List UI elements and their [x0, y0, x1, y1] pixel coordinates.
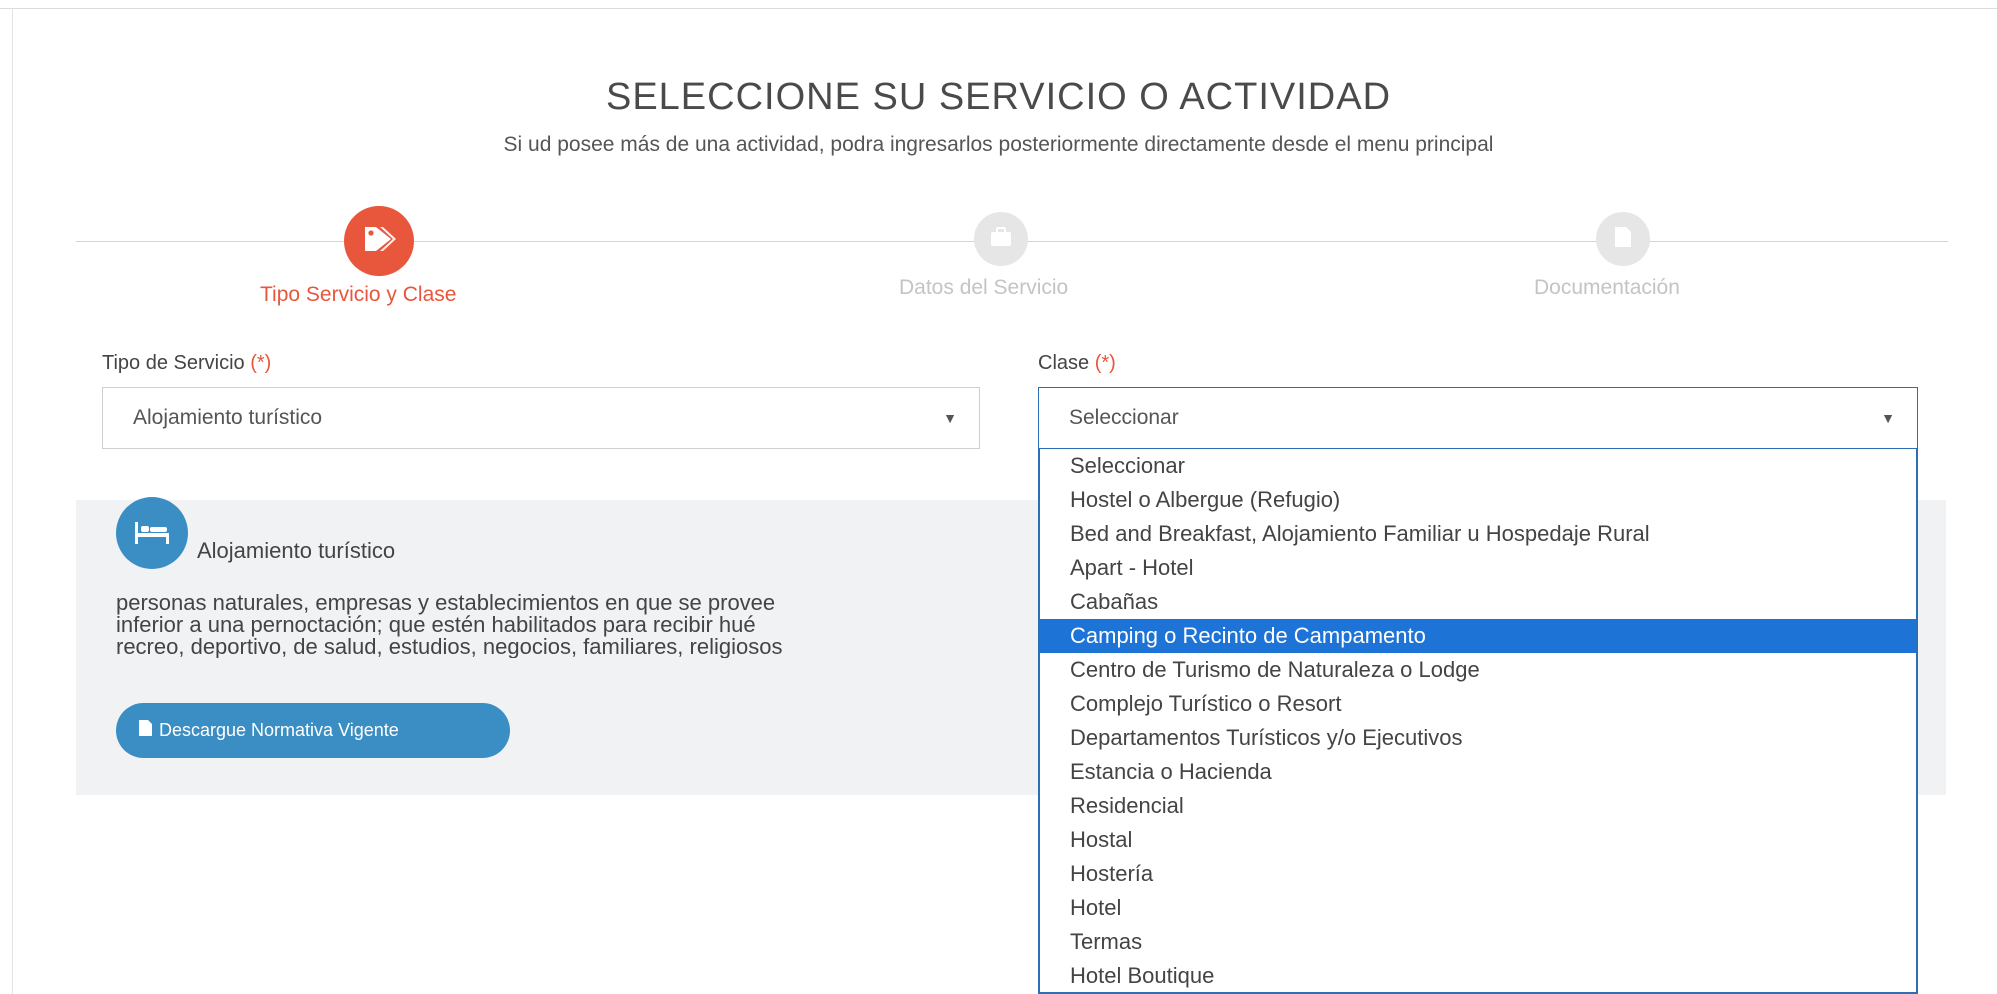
dropdown-option[interactable]: Hotel	[1040, 891, 1916, 925]
clase-dropdown-list[interactable]: Seleccionar Hostel o Albergue (Refugio) …	[1038, 449, 1918, 994]
step-3-label[interactable]: Documentación	[1534, 276, 1680, 300]
page-title: SELECCIONE SU SERVICIO O ACTIVIDAD	[605, 76, 1392, 118]
dropdown-option[interactable]: Hostal	[1040, 823, 1916, 857]
document-icon	[1613, 225, 1633, 254]
dropdown-option[interactable]: Centro de Turismo de Naturaleza o Lodge	[1040, 653, 1916, 687]
dropdown-option[interactable]: Bed and Breakfast, Alojamiento Familiar …	[1040, 517, 1916, 551]
dropdown-option[interactable]: Termas	[1040, 925, 1916, 959]
dropdown-option[interactable]: Hotel Boutique	[1040, 959, 1916, 992]
bed-icon	[116, 497, 188, 569]
page-subtitle: Si ud posee más de una actividad, podra …	[503, 133, 1494, 156]
step-3-circle[interactable]	[1596, 212, 1650, 266]
tipo-servicio-label-text: Tipo de Servicio	[102, 352, 245, 374]
download-normativa-button[interactable]: Descargue Normativa Vigente	[116, 703, 510, 758]
dropdown-option[interactable]: Departamentos Turísticos y/o Ejecutivos	[1040, 721, 1916, 755]
clase-label: Clase (*)	[1038, 352, 1116, 375]
dropdown-option[interactable]: Hostería	[1040, 857, 1916, 891]
tipo-servicio-value: Alojamiento turístico	[133, 406, 323, 429]
dropdown-option-highlighted[interactable]: Camping o Recinto de Campamento	[1040, 619, 1916, 653]
dropdown-option[interactable]: Apart - Hotel	[1040, 551, 1916, 585]
required-mark: (*)	[1094, 352, 1116, 374]
tipo-servicio-select[interactable]: Alojamiento turístico ▼	[102, 387, 980, 449]
step-2-label[interactable]: Datos del Servicio	[899, 276, 1068, 300]
dropdown-option[interactable]: Residencial	[1040, 789, 1916, 823]
clase-label-text: Clase	[1038, 352, 1090, 374]
dropdown-option[interactable]: Cabañas	[1040, 585, 1916, 619]
required-mark: (*)	[250, 352, 272, 374]
clase-value: Seleccionar	[1069, 406, 1179, 429]
download-normativa-label: Descargue Normativa Vigente	[159, 720, 399, 740]
service-info-title: Alojamiento turístico	[197, 538, 396, 563]
clase-select[interactable]: Seleccionar ▼	[1038, 387, 1918, 449]
description-line: recreo, deportivo, de salud, estudios, n…	[116, 634, 783, 658]
description-line: inferior a una pernoctación; que estén h…	[116, 612, 756, 637]
step-2-circle[interactable]	[974, 212, 1028, 266]
dropdown-option[interactable]: Complejo Turístico o Resort	[1040, 687, 1916, 721]
dropdown-option[interactable]: Seleccionar	[1040, 449, 1916, 483]
tipo-servicio-label: Tipo de Servicio (*)	[102, 352, 271, 375]
description-line: personas naturales, empresas y estableci…	[116, 592, 776, 615]
service-description: personas naturales, empresas y estableci…	[116, 592, 1116, 658]
top-border	[0, 0, 1997, 9]
tag-icon	[362, 222, 396, 261]
step-1-label[interactable]: Tipo Servicio y Clase	[260, 283, 456, 307]
briefcase-icon	[989, 226, 1013, 253]
file-icon	[138, 719, 153, 742]
dropdown-option[interactable]: Hostel o Albergue (Refugio)	[1040, 483, 1916, 517]
dropdown-option[interactable]: Estancia o Hacienda	[1040, 755, 1916, 789]
chevron-down-icon: ▼	[943, 410, 957, 426]
chevron-down-icon: ▼	[1881, 410, 1895, 426]
step-1-circle[interactable]	[344, 206, 414, 276]
